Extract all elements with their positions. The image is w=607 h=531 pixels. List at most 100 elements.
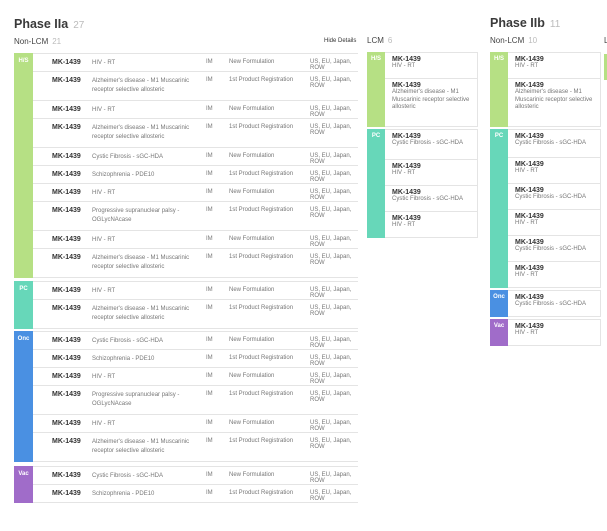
- drug-name: MK-1439: [52, 337, 81, 344]
- compound-card[interactable]: MK-1439 HIV - RT: [508, 158, 601, 184]
- table-row[interactable]: MK-1439 HIV - RT IM New Formulation US, EU, …: [33, 415, 358, 433]
- drug-name: MK-1439: [392, 189, 421, 196]
- markets: US, EU, Japan, ROW: [310, 171, 352, 183]
- compound-card[interactable]: MK-1439 Cystic Fibrosis - sGC-HDA: [385, 130, 478, 160]
- drug-name: MK-1439: [52, 171, 81, 178]
- hide-details-link[interactable]: Hide Details: [324, 38, 356, 44]
- compound-card[interactable]: MK-1439 Cystic Fibrosis - sGC-HDA: [508, 184, 601, 210]
- category-group-row: Vac MK-1439 Cystic Fibrosis - sGC-HDA IM New…: [14, 466, 358, 503]
- category-group-row: PC MK-1439 HIV - RT IM New Formulation US, EU…: [14, 281, 358, 329]
- indication: HIV - RT: [92, 190, 116, 196]
- submission-type: 1st Product Registration: [229, 254, 294, 260]
- table-row[interactable]: MK-1439 Progressive supranuclear palsy - …: [33, 202, 358, 231]
- submission-type: New Formulation: [229, 287, 275, 293]
- submission-type: New Formulation: [229, 153, 275, 159]
- table-row[interactable]: MK-1439 Alzheimer's disease - M1 Muscarin…: [33, 72, 358, 101]
- indication: Cystic Fibrosis - sGC-HDA: [92, 154, 164, 160]
- route: IM: [206, 337, 213, 343]
- category-group: Onc MK-1439 Cystic Fibrosis - sGC-HDA: [490, 290, 601, 317]
- category-group: H/S MK-1439 HIV - RT IM New Formulation US, E…: [14, 53, 358, 278]
- compound-card[interactable]: MK-1439 HIV - RT: [508, 210, 601, 236]
- route: IM: [206, 355, 213, 361]
- markets: US, EU, Japan, ROW: [310, 420, 352, 432]
- table-row[interactable]: MK-1439 Cystic Fibrosis - sGC-HDA IM New Fo…: [33, 148, 358, 166]
- table-row[interactable]: MK-1439 Cystic Fibrosis - sGC-HDA IM New Fo…: [33, 332, 358, 350]
- compound-card[interactable]: MK-1439 Cystic Fibrosis - sGC-HDA: [385, 186, 478, 212]
- compound-card[interactable]: MK-1439 HIV - RT: [385, 53, 478, 79]
- table-row[interactable]: MK-1439 Alzheimer's disease - M1 Muscarin…: [33, 119, 358, 148]
- compound-card[interactable]: MK-1439 Cystic Fibrosis - sGC-HDA: [508, 236, 601, 262]
- submission-type: New Formulation: [229, 59, 275, 65]
- drug-name: MK-1439: [515, 239, 544, 246]
- card-list: MK-1439 Cystic Fibrosis - sGC-HDA MK-1439 H…: [508, 129, 601, 288]
- markets: US, EU, Japan, ROW: [310, 189, 352, 201]
- compound-card[interactable]: MK-1439 HIV - RT: [508, 53, 601, 79]
- non-lcm-count: 21: [52, 37, 62, 46]
- compound-card[interactable]: MK-1439 Cystic Fibrosis - sGC-HDA: [508, 291, 601, 317]
- indication: Alzheimer's disease - M1 Muscarinic rece…: [92, 125, 190, 140]
- indication: Alzheimer's disease - M1 Muscarinic rece…: [92, 255, 190, 270]
- phase-iia-count: 27: [73, 20, 85, 31]
- table-row[interactable]: MK-1439 Alzheimer's disease - M1 Muscarin…: [33, 300, 358, 329]
- markets: US, EU, Japan, ROW: [310, 287, 352, 299]
- indication: HIV - RT: [515, 168, 539, 174]
- indication: HIV - RT: [392, 63, 416, 69]
- indication: HIV - RT: [92, 421, 116, 427]
- table-row[interactable]: MK-1439 Alzheimer's disease - M1 Muscarin…: [33, 433, 358, 462]
- compound-card[interactable]: MK-1439 Alzheimer's disease - M1 Muscarin…: [508, 79, 601, 127]
- table-row[interactable]: MK-1439 Progressive supranuclear palsy - …: [33, 386, 358, 415]
- lcm-header: LCM 6: [367, 36, 392, 45]
- card-list: MK-1439 HIV - RT: [508, 319, 601, 346]
- category-group: H/S MK-1439 HIV - RT MK-1439 Alzheimer's dis…: [490, 52, 601, 127]
- drug-name: MK-1439: [52, 420, 81, 427]
- table-row[interactable]: MK-1439 Schizophrenia - PDE10 IM 1st Produc…: [33, 485, 358, 503]
- compound-card[interactable]: MK-1439 Cystic Fibrosis - sGC-HDA: [508, 130, 601, 158]
- drug-name: MK-1439: [52, 124, 81, 131]
- submission-type: 1st Product Registration: [229, 391, 294, 397]
- non-lcm-label: Non-LCM: [14, 37, 49, 46]
- category-badge: PC: [490, 129, 508, 288]
- table-row[interactable]: MK-1439 HIV - RT IM New Formulation US, EU, …: [33, 231, 358, 249]
- indication: HIV - RT: [92, 288, 116, 294]
- table-row[interactable]: MK-1439 Schizophrenia - PDE10 IM 1st Produc…: [33, 350, 358, 368]
- drug-name: MK-1439: [52, 438, 81, 445]
- table-row[interactable]: MK-1439 HIV - RT IM New Formulation US, EU, …: [33, 101, 358, 119]
- route: IM: [206, 373, 213, 379]
- submission-type: 1st Product Registration: [229, 305, 294, 311]
- drug-name: MK-1439: [52, 472, 81, 479]
- table-row[interactable]: MK-1439 Schizophrenia - PDE10 IM 1st Produc…: [33, 166, 358, 184]
- drug-name: MK-1439: [52, 355, 81, 362]
- submission-type: New Formulation: [229, 373, 275, 379]
- table-row[interactable]: MK-1439 HIV - RT IM New Formulation US, EU, …: [33, 184, 358, 202]
- compound-card[interactable]: MK-1439 Alzheimer's disease - M1 Muscarin…: [385, 79, 478, 127]
- submission-type: 1st Product Registration: [229, 171, 294, 177]
- drug-name: MK-1439: [52, 254, 81, 261]
- phase-iib-title: Phase IIb 11: [490, 16, 560, 30]
- drug-name: MK-1439: [52, 189, 81, 196]
- category-rows: MK-1439 HIV - RT IM New Formulation US, EU, …: [33, 281, 358, 329]
- category-group-row: H/S MK-1439 HIV - RT IM New Formulation US, E…: [14, 53, 358, 278]
- card-list: MK-1439 HIV - RT MK-1439 Alzheimer's diseas…: [508, 52, 601, 127]
- table-row[interactable]: MK-1439 HIV - RT IM New Formulation US, EU, …: [33, 282, 358, 300]
- drug-name: MK-1439: [52, 373, 81, 380]
- route: IM: [206, 153, 213, 159]
- category-rows: MK-1439 Cystic Fibrosis - sGC-HDA IM New Fo…: [33, 466, 358, 503]
- table-row[interactable]: MK-1439 Alzheimer's disease - M1 Muscarin…: [33, 249, 358, 278]
- route: IM: [206, 391, 213, 397]
- drug-name: MK-1439: [515, 56, 544, 63]
- submission-type: 1st Product Registration: [229, 355, 294, 361]
- iib-non-lcm-header: Non-LCM 10: [490, 36, 537, 45]
- route: IM: [206, 305, 213, 311]
- table-row[interactable]: MK-1439 Cystic Fibrosis - sGC-HDA IM New Fo…: [33, 467, 358, 485]
- table-row[interactable]: MK-1439 HIV - RT IM New Formulation US, EU, …: [33, 54, 358, 72]
- indication: HIV - RT: [92, 237, 116, 243]
- compound-card[interactable]: MK-1439 HIV - RT: [508, 320, 601, 346]
- compound-card[interactable]: MK-1439 HIV - RT: [385, 212, 478, 238]
- phase-iib-count: 11: [549, 19, 561, 30]
- category-group: Vac MK-1439 Cystic Fibrosis - sGC-HDA IM New…: [14, 466, 358, 503]
- submission-type: New Formulation: [229, 472, 275, 478]
- compound-card[interactable]: MK-1439 HIV - RT: [508, 262, 601, 288]
- compound-card[interactable]: MK-1439 HIV - RT: [385, 160, 478, 186]
- table-row[interactable]: MK-1439 HIV - RT IM New Formulation US, EU, …: [33, 368, 358, 386]
- category-badge: Vac: [490, 319, 508, 346]
